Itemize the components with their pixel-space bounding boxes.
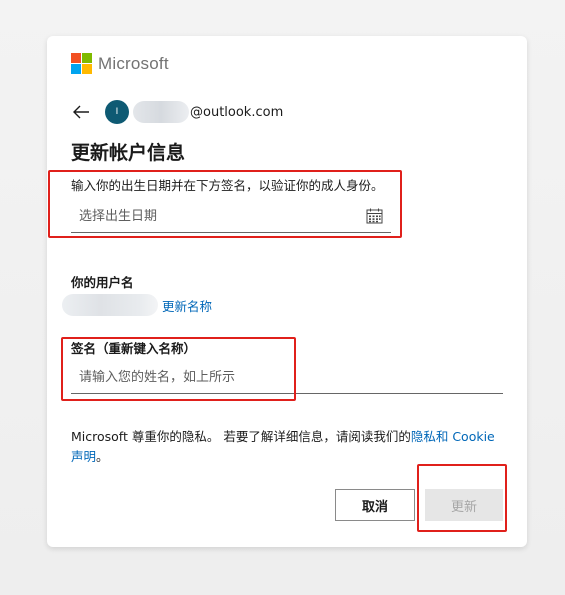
username-row: 更新名称: [62, 294, 212, 316]
redacted-email-name: [133, 101, 189, 123]
username-label: 你的用户名: [71, 275, 134, 290]
account-update-dialog: Microsoft I @outlook.com 更新帐户信息 输入你的出生日期…: [47, 36, 527, 547]
signature-input[interactable]: [71, 363, 359, 391]
brand-name: Microsoft: [98, 53, 169, 73]
avatar: I: [105, 100, 129, 124]
account-email: @outlook.com: [190, 104, 284, 120]
birthdate-instruction: 输入你的出生日期并在下方签名，以验证你的成人身份。: [71, 178, 384, 193]
microsoft-logo-icon: [71, 53, 92, 74]
back-arrow-icon[interactable]: [71, 102, 91, 122]
redacted-username: [62, 294, 158, 316]
page-title: 更新帐户信息: [71, 142, 186, 164]
birthdate-field[interactable]: [71, 202, 391, 233]
update-button[interactable]: 更新: [425, 489, 503, 521]
microsoft-logo: Microsoft: [71, 53, 169, 74]
privacy-text: Microsoft 尊重你的隐私。 若要了解详细信息，请阅读我们的: [71, 429, 411, 444]
privacy-text-end: 。: [96, 449, 109, 464]
update-name-link[interactable]: 更新名称: [162, 296, 212, 315]
signature-field[interactable]: [71, 363, 503, 394]
privacy-notice: Microsoft 尊重你的隐私。 若要了解详细信息，请阅读我们的隐私和 Coo…: [71, 427, 501, 467]
account-identity: I @outlook.com: [71, 100, 283, 124]
signature-label: 签名（重新键入名称）: [71, 341, 197, 356]
calendar-icon[interactable]: [366, 208, 383, 224]
cancel-button[interactable]: 取消: [335, 489, 415, 521]
birthdate-input[interactable]: [71, 202, 359, 230]
